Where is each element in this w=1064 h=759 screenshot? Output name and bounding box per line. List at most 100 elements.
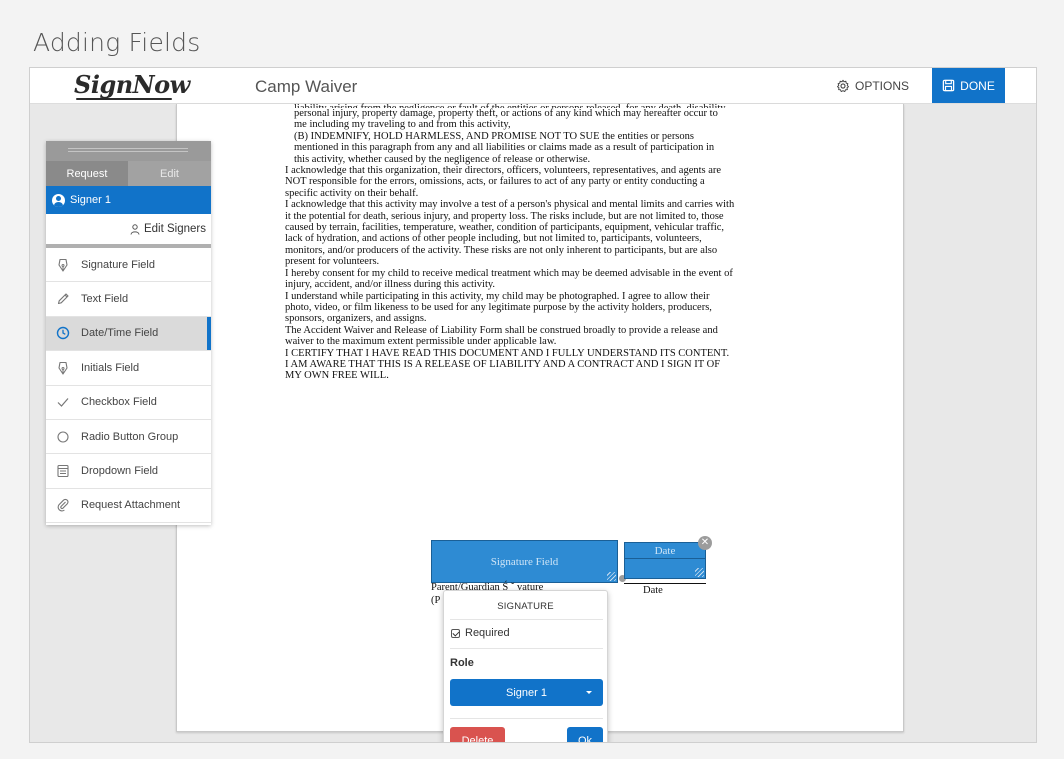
field-type-label: Initials Field xyxy=(81,361,140,374)
checkmark-icon xyxy=(57,398,69,408)
divider xyxy=(450,648,603,649)
options-button[interactable]: OPTIONS xyxy=(836,68,909,103)
field-type-label: Checkbox Field xyxy=(81,396,157,409)
signature-field-box[interactable]: Signature Field xyxy=(431,540,618,583)
document-line: waiver to the maximum extent permissible… xyxy=(285,336,557,348)
required-checkbox[interactable] xyxy=(451,628,460,638)
role-select[interactable]: Signer 1 xyxy=(450,679,603,706)
ok-button[interactable]: Ok xyxy=(567,727,603,742)
document-line: I AM AWARE THAT THIS IS A RELEASE OF LIA… xyxy=(285,358,721,370)
document-line: mentioned in this paragraph from any and… xyxy=(294,142,715,154)
document-line: me including my traveling to and from th… xyxy=(294,119,511,131)
date-field-box[interactable]: Date xyxy=(624,542,706,579)
page-title: Adding Fields xyxy=(33,28,201,57)
field-type-text-field[interactable]: Text Field xyxy=(46,282,211,317)
document-line: The Accident Waiver and Release of Liabi… xyxy=(285,324,718,336)
delete-button[interactable]: Delete xyxy=(450,727,505,742)
document-line: photo, video, or film likeness to be use… xyxy=(285,301,712,313)
document-line: it the potential for death, serious inju… xyxy=(285,210,724,222)
panel-drag-handle[interactable]: Request Edit xyxy=(46,141,211,186)
field-type-dropdown-field[interactable]: Dropdown Field xyxy=(46,454,211,489)
field-type-label: Request Attachment xyxy=(81,499,181,512)
date-rule xyxy=(624,583,706,584)
dropdown-list-icon xyxy=(57,464,69,478)
field-type-label: Date/Time Field xyxy=(81,327,159,340)
document-line: I understand while participating in this… xyxy=(285,290,710,302)
required-label: Required xyxy=(465,627,510,639)
date-field-divider xyxy=(625,558,705,559)
field-type-label: Signature Field xyxy=(81,258,155,271)
field-type-initials-field[interactable]: Initials Field xyxy=(46,351,211,386)
document-page: liability arising from the negligence or… xyxy=(176,103,904,742)
role-label: Role xyxy=(450,657,474,669)
top-bar: SignNow Camp Waiver OPTIONS DONE xyxy=(30,68,1036,104)
field-type-signature-field[interactable]: Signature Field xyxy=(46,248,211,283)
signer-selector[interactable]: Signer 1 xyxy=(46,186,211,214)
field-type-label: Radio Button Group xyxy=(81,430,179,443)
paperclip-icon xyxy=(57,499,69,512)
field-type-list: Signature Field Text Field Date/Time Field… xyxy=(46,248,211,524)
tab-request[interactable]: Request xyxy=(46,161,128,186)
field-type-date-time-field[interactable]: Date/Time Field xyxy=(46,316,211,352)
grip-line xyxy=(68,148,188,149)
resize-handle-icon[interactable] xyxy=(607,572,616,581)
editor-frame: SignNow Camp Waiver OPTIONS DONE liabili… xyxy=(29,67,1037,743)
field-type-request-attachment[interactable]: Request Attachment xyxy=(46,489,211,524)
pen-nib-icon xyxy=(58,361,68,375)
document-line: caused by terrain, facilities, temperatu… xyxy=(285,222,725,234)
document-line: this activity, whether caused by the neg… xyxy=(294,153,591,165)
radio-circle-icon xyxy=(57,431,69,443)
required-checkbox-row[interactable]: Required xyxy=(451,627,510,639)
divider xyxy=(450,619,603,620)
field-type-label: Text Field xyxy=(81,293,129,306)
save-icon xyxy=(942,79,955,92)
document-text: liability arising from the negligence or… xyxy=(285,103,805,382)
role-select-value: Signer 1 xyxy=(506,686,547,699)
document-line: present for volunteers. xyxy=(285,256,380,268)
document-title: Camp Waiver xyxy=(255,77,358,96)
gear-icon xyxy=(837,79,849,92)
document-line: specific activity on their behalf. xyxy=(285,187,419,199)
document-line: MY OWN FREE WILL. xyxy=(285,370,389,382)
done-button[interactable]: DONE xyxy=(932,68,1005,103)
caret-down-icon xyxy=(586,691,592,694)
signature-line-label-2: (P xyxy=(431,595,441,606)
document-line: (B) INDEMNIFY, HOLD HARMLESS, AND PROMIS… xyxy=(294,130,694,142)
date-field-label: Date xyxy=(654,545,676,557)
person-icon xyxy=(130,223,140,235)
close-icon[interactable]: ✕ xyxy=(698,536,712,550)
pencil-icon xyxy=(57,293,69,305)
document-line: I CERTIFY THAT I HAVE READ THIS DOCUMENT… xyxy=(285,347,730,359)
done-label: DONE xyxy=(960,78,995,93)
edit-signers-link[interactable]: Edit Signers xyxy=(46,214,211,244)
field-toolbox-panel: Request Edit Signer 1 Edit Signers Signa… xyxy=(46,141,211,525)
grip-line xyxy=(68,151,188,152)
field-type-radio-button-group[interactable]: Radio Button Group xyxy=(46,420,211,455)
document-line: personal injury, property damage, proper… xyxy=(294,108,718,119)
document-line: lack of hydration, and actions of other … xyxy=(285,233,702,245)
field-type-checkbox-field[interactable]: Checkbox Field xyxy=(46,386,211,420)
signature-field-label: Signature Field xyxy=(490,555,559,568)
user-avatar-icon xyxy=(52,193,65,207)
document-line: I acknowledge that this activity may inv… xyxy=(285,199,735,211)
clock-icon xyxy=(56,327,70,340)
divider xyxy=(450,718,603,719)
document-line: NOT responsible for the errors, omission… xyxy=(285,176,705,188)
edit-signers-label: Edit Signers xyxy=(143,223,206,235)
document-line: I hereby consent for my child to receive… xyxy=(285,267,733,279)
document-line: sponsors, organizers, and assigns. xyxy=(285,313,427,325)
signature-settings-popover: SIGNATURE Required Role Signer 1 Delete … xyxy=(443,590,608,742)
document-line: I acknowledge that this organization, th… xyxy=(285,165,722,177)
signnow-logo: SignNow xyxy=(74,70,190,99)
document-line: injury, accident, and/or illness during … xyxy=(285,279,496,291)
pen-nib-icon xyxy=(58,258,68,272)
field-type-label: Dropdown Field xyxy=(81,465,159,478)
resize-handle-icon[interactable] xyxy=(695,568,704,577)
date-line-label: Date xyxy=(643,585,663,596)
logo-underline xyxy=(76,98,172,100)
tab-edit[interactable]: Edit xyxy=(128,161,211,186)
options-label: OPTIONS xyxy=(855,78,910,93)
signer-name: Signer 1 xyxy=(70,194,111,206)
document-line: monitors, and/or producers of the activi… xyxy=(285,244,718,256)
popover-title: SIGNATURE xyxy=(497,601,554,612)
